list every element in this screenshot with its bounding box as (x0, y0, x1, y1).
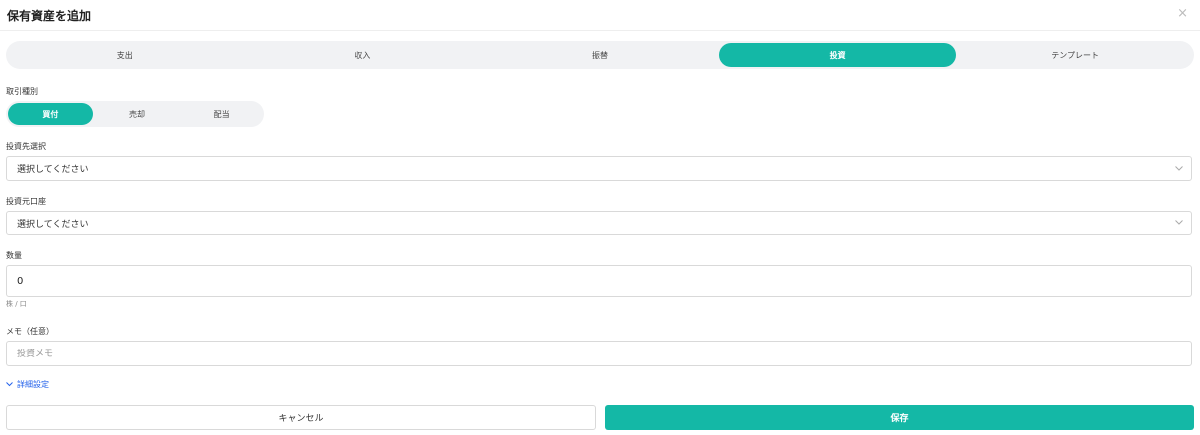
source-account-select[interactable]: 選択してください (6, 211, 1192, 235)
chevron-down-icon (1175, 218, 1183, 228)
tab-investment[interactable]: 投資 (718, 43, 957, 67)
memo-input[interactable] (17, 348, 1191, 359)
details-toggle[interactable]: 詳細設定 (6, 379, 49, 390)
tab-expense[interactable]: 支出 (6, 41, 244, 69)
quantity-label: 数量 (6, 251, 22, 260)
invest-target-value: 選択してください (17, 165, 89, 175)
quantity-input[interactable] (17, 275, 1191, 287)
memo-field[interactable] (6, 341, 1192, 366)
header-divider (0, 30, 1200, 31)
tab-transfer[interactable]: 振替 (481, 41, 719, 69)
quantity-unit-hint: 株 / 口 (6, 300, 27, 308)
category-tabs: 支出 収入 振替 投資 テンプレート (6, 41, 1194, 69)
quantity-field[interactable] (6, 265, 1192, 297)
details-toggle-label: 詳細設定 (17, 380, 49, 389)
invest-target-label: 投資先選択 (6, 142, 46, 151)
invest-target-select[interactable]: 選択してください (6, 156, 1192, 181)
memo-label: メモ（任意） (6, 327, 54, 336)
close-icon[interactable]: × (1177, 6, 1188, 21)
source-account-value: 選択してください (17, 219, 89, 230)
transaction-type-dividend[interactable]: 配当 (179, 101, 264, 127)
save-button[interactable]: 保存 (605, 405, 1194, 430)
dialog-title: 保有資産を追加 (7, 9, 92, 23)
tab-template[interactable]: テンプレート (956, 41, 1194, 69)
transaction-type-label: 取引種別 (6, 87, 38, 96)
chevron-down-icon (6, 380, 13, 389)
transaction-type-sell[interactable]: 売却 (95, 101, 180, 127)
source-account-label: 投資元口座 (6, 197, 46, 206)
transaction-type-buy[interactable]: 買付 (8, 103, 93, 125)
cancel-button[interactable]: キャンセル (6, 405, 596, 430)
tab-income[interactable]: 収入 (244, 41, 482, 69)
chevron-down-icon (1175, 164, 1183, 174)
transaction-type-segmented: 買付 売却 配当 (6, 101, 264, 127)
